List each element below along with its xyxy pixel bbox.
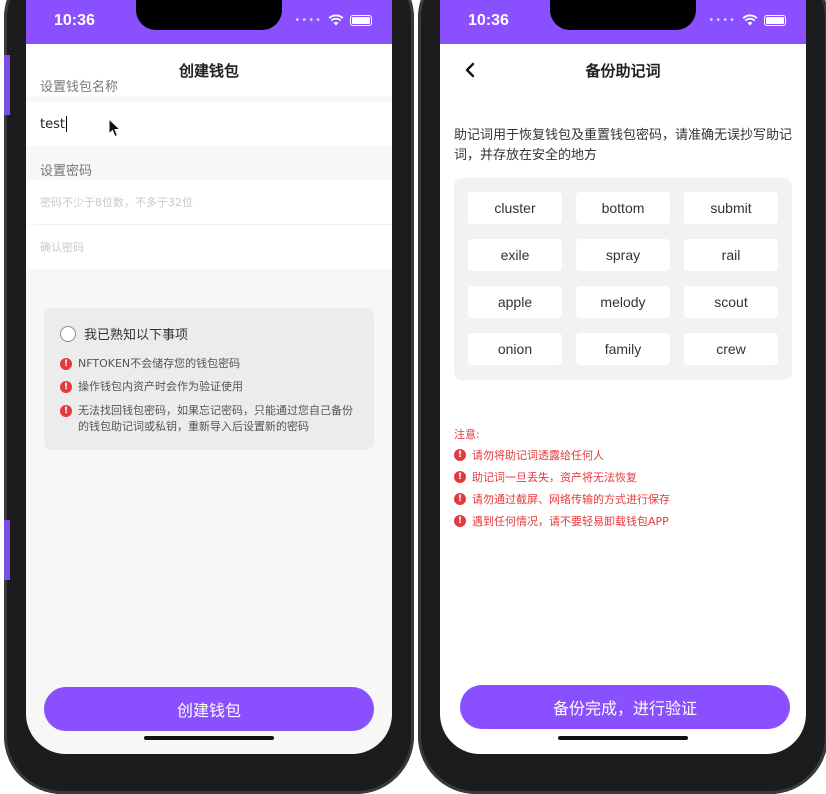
warning-item: ! 助记词一旦丢失，资产将无法恢复: [454, 469, 637, 485]
notch: [550, 0, 696, 30]
backup-mnemonic-screen: 10:36 •••• 备份助记词 助记词用于恢复钱包及重置钱包密码，请准确无误抄…: [440, 0, 806, 754]
mnemonic-word: crew: [684, 333, 778, 365]
screenshot-stage: 10:36 •••• 创建钱包 设置钱包名称 test 设置密码 密码不少于8位…: [0, 0, 826, 794]
notice-item: ! 无法找回钱包密码，如果忘记密码，只能通过您自己备份的钱包助记词或私钥，重新导…: [60, 403, 356, 435]
mnemonic-word: submit: [684, 192, 778, 224]
mouse-pointer-icon: [108, 118, 122, 138]
phone-create-wallet: 10:36 •••• 创建钱包 设置钱包名称 test 设置密码 密码不少于8位…: [4, 0, 414, 794]
notice-item: ! 操作钱包内资产时会作为验证使用: [60, 379, 356, 395]
password-placeholder: 密码不少于8位数，不多于32位: [40, 196, 193, 209]
note-title: 注意:: [454, 428, 480, 441]
page-title: 创建钱包: [178, 61, 239, 80]
create-wallet-screen: 10:36 •••• 创建钱包 设置钱包名称 test 设置密码 密码不少于8位…: [26, 0, 392, 754]
exclamation-circle-icon: !: [454, 471, 466, 483]
mnemonic-word: melody: [576, 286, 670, 318]
notice-text: 操作钱包内资产时会作为验证使用: [78, 380, 243, 393]
exclamation-circle-icon: !: [60, 358, 72, 370]
notice-card: 我已熟知以下事项 ! NFTOKEN不会储存您的钱包密码 ! 操作钱包内资产时会…: [44, 308, 374, 450]
notice-item: ! NFTOKEN不会储存您的钱包密码: [60, 356, 356, 372]
signal-dots-icon: ••••: [708, 14, 736, 26]
status-time: 10:36: [468, 12, 509, 29]
warning-text: 助记词一旦丢失，资产将无法恢复: [472, 471, 637, 484]
radio-circle-icon[interactable]: [60, 325, 76, 342]
wallet-name-label: 设置钱包名称: [40, 80, 119, 95]
warning-item: ! 请勿将助记词透露给任何人: [454, 447, 604, 463]
create-wallet-button[interactable]: 创建钱包: [44, 687, 374, 731]
side-accent: [4, 55, 10, 115]
warning-text: 请勿通过截屏、网络传输的方式进行保存: [472, 493, 670, 506]
confirm-password-placeholder: 确认密码: [40, 241, 84, 254]
chevron-left-icon: [465, 62, 475, 78]
nav-bar: 备份助记词: [440, 44, 806, 96]
exclamation-circle-icon: !: [454, 493, 466, 505]
warning-item: ! 请勿通过截屏、网络传输的方式进行保存: [454, 491, 670, 507]
exclamation-circle-icon: !: [454, 449, 466, 461]
password-input[interactable]: 密码不少于8位数，不多于32位: [26, 180, 392, 224]
signal-dots-icon: ••••: [294, 14, 322, 26]
status-bar: 10:36 ••••: [440, 0, 806, 44]
notice-text: NFTOKEN不会储存您的钱包密码: [78, 357, 241, 370]
mnemonic-word: cluster: [468, 192, 562, 224]
status-icons: ••••: [708, 14, 786, 26]
agree-checkbox[interactable]: 我已熟知以下事项: [60, 324, 188, 343]
wallet-name-value: test: [40, 116, 65, 132]
mnemonic-word: family: [576, 333, 670, 365]
back-button[interactable]: [456, 56, 484, 84]
backup-complete-button[interactable]: 备份完成，进行验证: [460, 685, 790, 729]
mnemonic-word: scout: [684, 286, 778, 318]
exclamation-circle-icon: !: [60, 381, 72, 393]
side-accent: [4, 520, 10, 580]
battery-icon: [764, 14, 786, 26]
text-caret: [65, 116, 68, 132]
wifi-icon: [328, 14, 344, 26]
notch: [136, 0, 282, 30]
mnemonic-word: apple: [468, 286, 562, 318]
mnemonic-word: spray: [576, 239, 670, 271]
agree-label: 我已熟知以下事项: [84, 328, 189, 343]
exclamation-circle-icon: !: [60, 405, 72, 417]
wifi-icon: [742, 14, 758, 26]
home-indicator: [558, 736, 688, 740]
mnemonic-word: rail: [684, 239, 778, 271]
password-label: 设置密码: [40, 164, 93, 179]
status-bar: 10:36 ••••: [26, 0, 392, 44]
warning-text: 请勿将助记词透露给任何人: [472, 449, 604, 462]
mnemonic-word: bottom: [576, 192, 670, 224]
status-icons: ••••: [294, 14, 372, 26]
mnemonic-intro-text: 助记词用于恢复钱包及重置钱包密码，请准确无误抄写助记词，并存放在安全的地方: [454, 128, 793, 163]
confirm-password-input[interactable]: 确认密码: [26, 225, 392, 269]
notice-text: 无法找回钱包密码，如果忘记密码，只能通过您自己备份的钱包助记词或私钥，重新导入后…: [78, 404, 353, 433]
battery-icon: [350, 14, 372, 26]
mnemonic-word: onion: [468, 333, 562, 365]
exclamation-circle-icon: !: [454, 515, 466, 527]
mnemonic-word: exile: [468, 239, 562, 271]
warning-item: ! 遇到任何情况，请不要轻易卸载钱包APP: [454, 513, 669, 529]
wallet-name-input[interactable]: test: [26, 102, 392, 146]
status-time: 10:36: [54, 12, 95, 29]
phone-backup-mnemonic: 10:36 •••• 备份助记词 助记词用于恢复钱包及重置钱包密码，请准确无误抄…: [418, 0, 826, 794]
warning-text: 遇到任何情况，请不要轻易卸载钱包APP: [472, 515, 669, 528]
page-title: 备份助记词: [585, 61, 661, 80]
home-indicator: [144, 736, 274, 740]
mnemonic-word-grid: cluster bottom submit exile spray rail a…: [454, 178, 792, 380]
